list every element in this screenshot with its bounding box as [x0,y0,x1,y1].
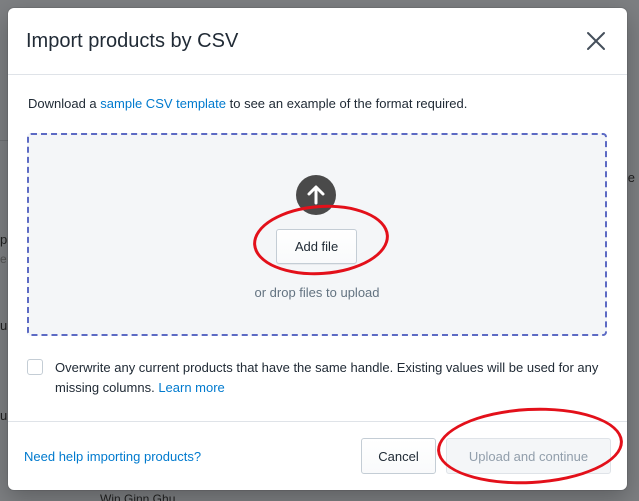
modal-header: Import products by CSV [8,8,627,75]
modal-title: Import products by CSV [26,29,239,52]
overwrite-label: Overwrite any current products that have… [55,360,599,395]
footer-buttons: Cancel Upload and continue [361,438,611,474]
file-dropzone[interactable]: Add file or drop files to upload [27,133,607,336]
background-text: Win Ginn Ghu [100,492,176,501]
modal-body: Download a sample CSV template to see an… [8,75,627,113]
close-button[interactable] [583,28,609,54]
help-importing-link[interactable]: Need help importing products? [24,449,201,464]
sample-csv-template-link[interactable]: sample CSV template [100,96,226,111]
arrow-up-circle-icon [296,175,336,215]
background-text: e [627,170,635,185]
upload-and-continue-button[interactable]: Upload and continue [446,438,611,474]
add-file-button[interactable]: Add file [276,229,357,264]
background-text: u [0,318,8,333]
import-csv-modal: Import products by CSV Download a sample… [8,8,627,490]
modal-footer: Need help importing products? Cancel Upl… [8,421,627,490]
overwrite-option: Overwrite any current products that have… [27,358,612,398]
background-text: e [0,252,7,266]
drop-hint-text: or drop files to upload [254,285,380,300]
intro-text: Download a sample CSV template to see an… [28,96,468,111]
background-text: u [0,408,8,423]
close-icon [587,32,605,50]
overwrite-checkbox[interactable] [27,359,43,375]
learn-more-link[interactable]: Learn more [158,380,224,395]
cancel-button[interactable]: Cancel [361,438,436,474]
